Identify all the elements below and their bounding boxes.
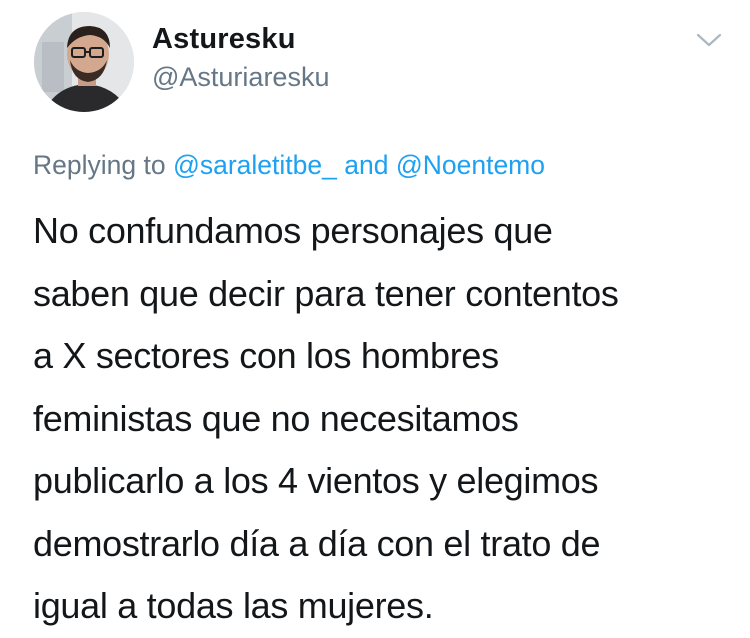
mention-link[interactable]: @Noentemo bbox=[396, 150, 545, 180]
tweet-text-line: publicarlo a los 4 vientos y elegimos bbox=[33, 460, 599, 501]
chevron-down-icon[interactable] bbox=[694, 28, 724, 52]
tweet-text-line: feministas que no necesitamos bbox=[33, 397, 519, 439]
tweet-text-line: igual a todas las mujeres. bbox=[33, 585, 434, 626]
replying-to-label: Replying to bbox=[33, 150, 166, 180]
display-name[interactable]: Asturesku bbox=[152, 25, 296, 54]
tweet-text-line: No confundamos personajes que bbox=[33, 210, 553, 251]
replying-to: Replying to @saraletitbe_ and @Noentemo bbox=[33, 152, 545, 179]
tweet-text-line: demostrarlo día a día con el trato de bbox=[33, 522, 601, 564]
tweet-text-line: a X sectores con los hombres bbox=[33, 335, 499, 376]
tweet-text-line: saben que decir para tener contentos bbox=[33, 272, 619, 314]
avatar[interactable] bbox=[34, 12, 134, 112]
tweet-card: Asturesku @Asturiaresku Replying to @sar… bbox=[0, 0, 750, 638]
user-handle[interactable]: @Asturiaresku bbox=[152, 64, 329, 91]
mention-conjunction: and bbox=[344, 150, 389, 180]
mention-link[interactable]: @saraletitbe_ bbox=[173, 150, 337, 180]
avatar-image bbox=[34, 12, 134, 112]
tweet-text: No confundamos personajes que saben que … bbox=[33, 200, 733, 638]
